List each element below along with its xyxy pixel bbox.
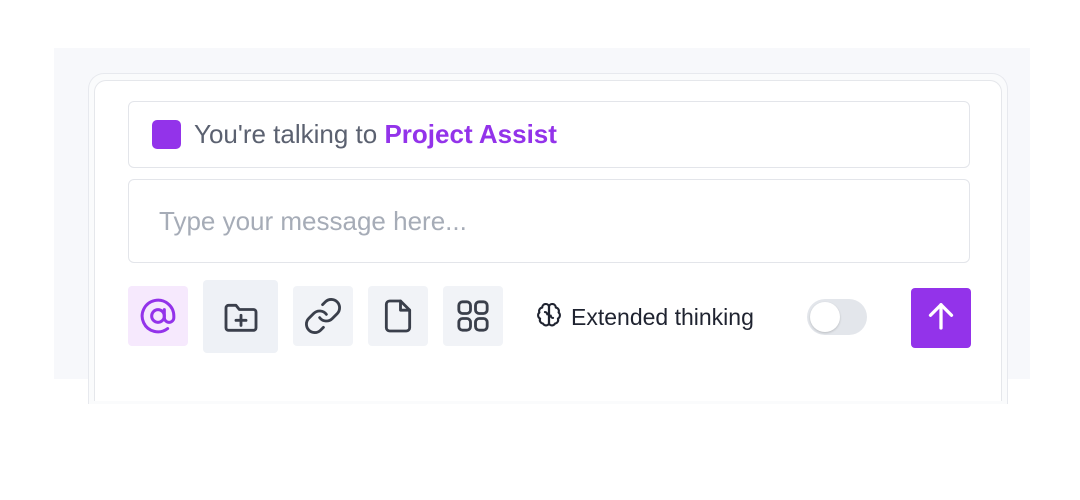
add-folder-button[interactable] xyxy=(203,280,278,353)
send-button[interactable] xyxy=(911,288,971,348)
context-prefix: You're talking to xyxy=(194,119,385,149)
apps-button[interactable] xyxy=(443,286,503,346)
mention-button[interactable] xyxy=(128,286,188,346)
agent-context-bar: You're talking to Project Assist xyxy=(128,101,970,168)
link-icon xyxy=(303,296,343,336)
file-icon xyxy=(378,296,418,336)
toggle-knob xyxy=(810,302,840,332)
agent-color-swatch xyxy=(152,120,181,149)
extended-thinking-toggle[interactable] xyxy=(807,299,867,335)
attach-link-button[interactable] xyxy=(293,286,353,346)
extended-thinking-option: Extended thinking xyxy=(535,299,754,335)
message-input[interactable] xyxy=(129,180,969,262)
brain-icon xyxy=(535,301,563,334)
folder-plus-icon xyxy=(221,297,261,337)
extended-thinking-label: Extended thinking xyxy=(571,303,754,330)
agent-name[interactable]: Project Assist xyxy=(384,119,556,150)
at-sign-icon xyxy=(139,297,177,335)
stage-background: You're talking to Project Assist Type yo… xyxy=(54,48,1030,404)
chat-panel-frame: You're talking to Project Assist Type yo… xyxy=(88,73,1008,404)
message-field[interactable] xyxy=(128,179,970,263)
arrow-up-icon xyxy=(923,298,959,339)
chat-composer: You're talking to Project Assist Type yo… xyxy=(94,80,1002,401)
attach-file-button[interactable] xyxy=(368,286,428,346)
grid-icon xyxy=(453,296,493,336)
